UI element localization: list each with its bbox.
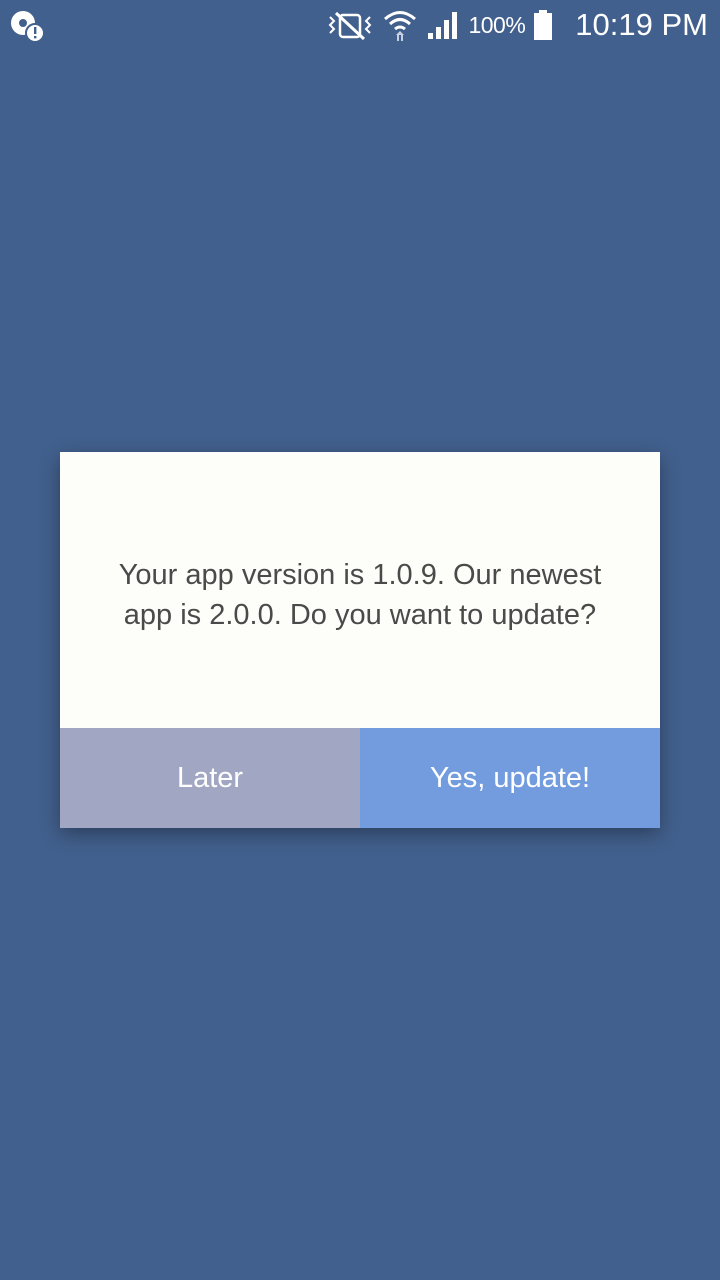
status-icons: 100% 10:19 PM (326, 0, 708, 50)
update-button[interactable]: Yes, update! (360, 728, 660, 828)
update-dialog: Your app version is 1.0.9. Our newest ap… (60, 452, 660, 828)
status-time: 10:19 PM (575, 7, 708, 42)
status-bar: 100% 10:19 PM (0, 0, 720, 50)
dialog-message: Your app version is 1.0.9. Our newest ap… (118, 559, 602, 631)
dialog-body: Your app version is 1.0.9. Our newest ap… (60, 452, 660, 728)
signal-icon (426, 9, 460, 41)
wifi-icon (382, 7, 418, 43)
sync-alert-icon (10, 8, 46, 44)
battery-percentage: 100% (468, 11, 526, 38)
dialog-buttons: Later Yes, update! (60, 728, 660, 828)
later-button[interactable]: Later (60, 728, 360, 828)
battery-icon (533, 9, 553, 41)
vibrate-mute-icon (326, 9, 374, 41)
